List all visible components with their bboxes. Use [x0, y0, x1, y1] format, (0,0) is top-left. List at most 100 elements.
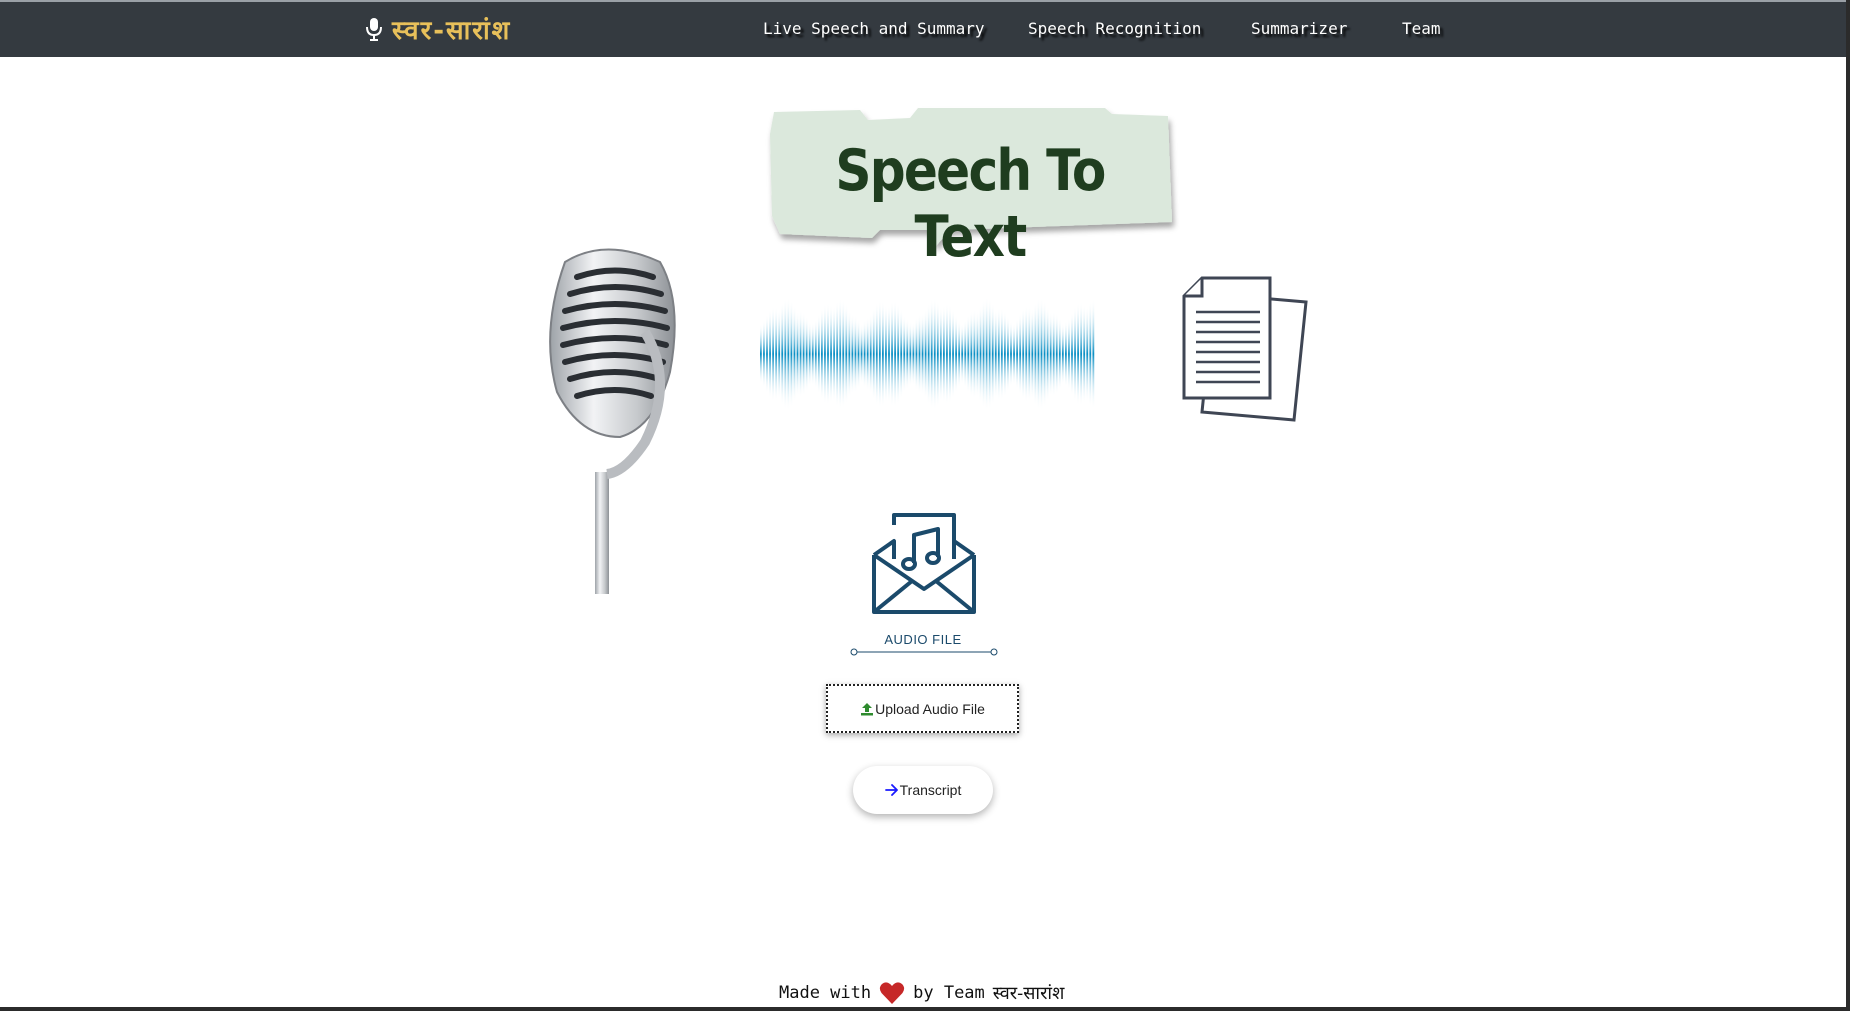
wave-bar — [760, 324, 762, 384]
wave-bar — [891, 300, 893, 408]
wave-bar — [1025, 305, 1028, 403]
transcript-button[interactable]: Transcript — [853, 766, 993, 814]
wave-bar — [946, 303, 948, 405]
wave-bar — [766, 314, 768, 394]
wave-bar — [875, 302, 878, 406]
bottom-border — [0, 1007, 1850, 1011]
wave-bar — [872, 307, 875, 401]
wave-bar — [912, 322, 915, 386]
wave-bar — [939, 306, 942, 402]
wave-bar — [933, 297, 936, 411]
wave-bar — [790, 299, 793, 409]
wave-bar — [1013, 323, 1015, 385]
wave-bar — [1031, 308, 1034, 400]
wave-bar — [949, 304, 951, 404]
wave-bar — [906, 318, 909, 390]
wave-bar — [882, 300, 884, 408]
hero-illustration: Speech To Text — [525, 104, 1315, 594]
wave-bar — [833, 306, 835, 402]
footer-prefix: Made with — [779, 983, 872, 1003]
microphone-icon — [366, 18, 382, 41]
wave-bar — [897, 303, 900, 405]
wave-bar — [848, 309, 851, 399]
wave-bar — [1000, 307, 1003, 401]
wave-bar — [909, 321, 912, 387]
wave-bar — [1074, 306, 1076, 402]
wave-bar — [967, 314, 970, 394]
wave-bar — [943, 305, 945, 403]
hero-title: Speech To Text — [835, 138, 1106, 270]
wave-bar — [821, 307, 823, 401]
wave-bar — [775, 306, 778, 402]
upload-audio-file-button[interactable]: Upload Audio File — [826, 684, 1019, 733]
wave-bar — [1055, 313, 1058, 395]
wave-bar — [845, 303, 848, 405]
wave-bar — [1049, 311, 1052, 397]
wave-bar — [1092, 298, 1095, 410]
wave-bar — [955, 314, 957, 394]
wave-bar — [772, 306, 774, 402]
document-illustration — [1182, 276, 1308, 422]
wave-bar — [1080, 301, 1083, 407]
wave-bar — [1052, 310, 1055, 398]
wave-bar — [885, 304, 887, 404]
wave-bar — [900, 308, 903, 400]
wave-bar — [866, 317, 869, 391]
brand-link[interactable]: स्वर-सारांश — [364, 12, 511, 46]
wave-bar — [805, 316, 808, 392]
wave-bar — [1010, 321, 1012, 387]
wave-bar — [1037, 297, 1040, 411]
wave-bar — [952, 309, 954, 399]
wave-bar — [915, 317, 918, 391]
footer-brand: स्वर-सारांश — [992, 983, 1065, 1004]
wave-bar — [888, 304, 890, 404]
wave-bar — [982, 299, 985, 409]
wave-bar — [973, 308, 976, 400]
wave-bar — [1086, 305, 1089, 403]
wave-bar — [1028, 305, 1031, 403]
nav-summarizer[interactable]: Summarizer — [1251, 19, 1347, 38]
wave-bar — [1019, 312, 1022, 396]
wave-bar — [994, 309, 997, 399]
nav-live-speech-and-summary[interactable]: Live Speech and Summary — [763, 19, 985, 38]
wave-bar — [793, 305, 796, 403]
wave-bar — [1071, 312, 1073, 396]
wave-bar — [979, 304, 982, 404]
wave-bar — [869, 314, 872, 394]
audio-envelope-icon — [872, 513, 976, 614]
wave-bar — [1034, 301, 1037, 407]
transcript-button-label: Transcript — [899, 782, 962, 798]
wave-bar — [985, 296, 988, 412]
wave-bar — [1089, 300, 1092, 408]
wave-bar — [854, 314, 857, 394]
wave-bar — [961, 323, 964, 385]
footer: Made with by Team स्वर-सारांश — [779, 978, 1064, 1008]
wave-bar — [863, 319, 866, 389]
wave-bar — [763, 319, 765, 389]
wave-bar — [857, 318, 860, 390]
upload-icon — [861, 702, 874, 715]
nav-speech-recognition[interactable]: Speech Recognition — [1028, 19, 1201, 38]
wave-bar — [839, 297, 842, 411]
wave-bar — [1068, 318, 1070, 390]
divider — [850, 648, 998, 656]
wave-bar — [787, 296, 790, 412]
nav-team[interactable]: Team — [1402, 19, 1441, 38]
wave-bar — [769, 309, 771, 399]
wave-bar — [878, 299, 881, 409]
wave-bar — [921, 312, 924, 396]
wave-bar — [808, 321, 811, 387]
footer-middle: by Team — [913, 983, 985, 1003]
wave-bar — [781, 302, 784, 406]
wave-bar — [1004, 310, 1006, 398]
window-edge — [1846, 0, 1850, 1011]
wave-bar — [970, 310, 973, 398]
wave-bar — [991, 302, 994, 406]
wave-bar — [958, 320, 961, 388]
wave-bar — [924, 309, 927, 399]
wave-bar — [860, 323, 863, 385]
wave-bar — [1061, 323, 1064, 385]
wave-bar — [842, 299, 845, 409]
microphone-illustration — [549, 248, 676, 594]
wave-bar — [796, 310, 799, 398]
